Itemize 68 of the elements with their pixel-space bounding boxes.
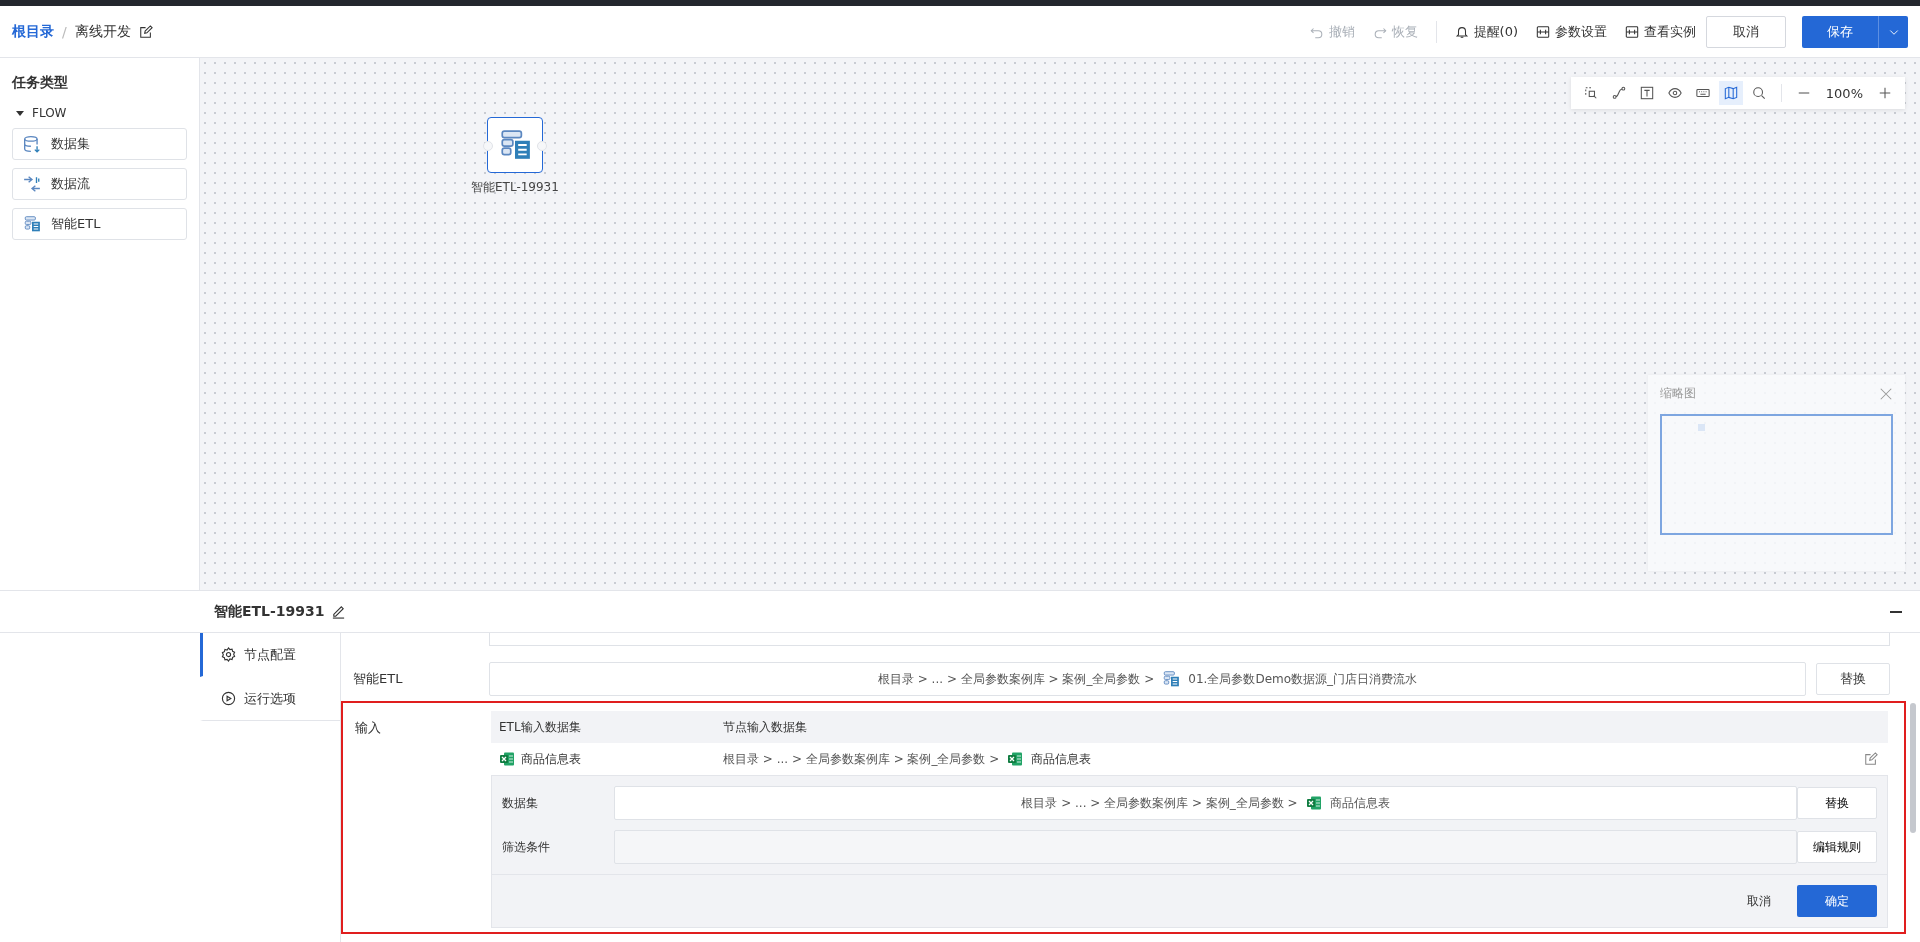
panel-title: 智能ETL-19931: [214, 602, 325, 621]
etl-icon: [1162, 670, 1181, 688]
parameters-icon: [1536, 24, 1550, 39]
zoom-level: 100%: [1824, 85, 1864, 101]
breadcrumb-current: 离线开发: [74, 22, 131, 41]
expand-triangle-icon[interactable]: [16, 110, 24, 116]
params-button[interactable]: 参数设置: [1536, 22, 1607, 41]
bell-button[interactable]: 提醒(0): [1454, 22, 1518, 41]
edit-rules-button[interactable]: 编辑规则: [1797, 831, 1877, 863]
sidebar-title: 任务类型: [12, 74, 69, 92]
table-cell: 商品信息表: [1031, 750, 1092, 768]
etl-icon: [23, 215, 41, 233]
etl-path-field[interactable]: 根目录 > ... > 全局参数案例库 > 案例_全局参数 > 01.全局参数Demo数据源_门店日消费流水: [489, 662, 1806, 696]
play-circle-icon: [221, 691, 236, 706]
instance-button[interactable]: 查看实例: [1625, 22, 1696, 41]
text-box-icon: [1639, 86, 1654, 100]
gear-icon: [221, 647, 236, 662]
connector-icon: [1611, 86, 1626, 100]
save-button[interactable]: 保存: [1802, 15, 1878, 48]
bell-icon: [1454, 24, 1469, 39]
table-cell: 商品信息表: [521, 750, 581, 768]
flow-arrows-icon: [23, 175, 41, 193]
confirm-button[interactable]: 确定: [1797, 885, 1877, 917]
keyboard-icon: [1695, 86, 1710, 100]
breadcrumb-link[interactable]: 根目录: [12, 22, 54, 41]
search-icon: [1751, 86, 1766, 100]
edit-icon: [1864, 752, 1878, 766]
replace-button[interactable]: 替换: [1797, 787, 1877, 819]
spreadsheet-icon: [1007, 751, 1024, 767]
filter-field[interactable]: [614, 830, 1797, 864]
field-label: 数据集: [502, 794, 539, 812]
cancel-button[interactable]: 取消: [1706, 15, 1786, 48]
eye-icon: [1667, 86, 1682, 100]
map-tool[interactable]: [1718, 81, 1743, 105]
column-header: 节点输入数据集: [723, 718, 808, 736]
minimap-viewport[interactable]: [1660, 414, 1893, 535]
node-label: 智能ETL-19931: [471, 179, 559, 196]
field-label: 筛选条件: [502, 838, 551, 856]
replace-button[interactable]: 替换: [1816, 663, 1890, 695]
column-header: ETL输入数据集: [498, 718, 582, 736]
plus-icon: [1878, 86, 1892, 100]
group-label[interactable]: FLOW: [32, 106, 67, 120]
save-options-button[interactable]: [1878, 15, 1908, 48]
close-button[interactable]: [1879, 386, 1893, 401]
spreadsheet-icon: [499, 751, 515, 767]
rename-button[interactable]: [138, 24, 153, 39]
rename-button[interactable]: [330, 604, 346, 619]
map-icon: [1723, 86, 1738, 100]
dataset-field[interactable]: 根目录 > ... > 全局参数案例库 > 案例_全局参数 > 商品信息表: [614, 786, 1797, 820]
dataset-path: 根目录 > ... > 全局参数案例库 > 案例_全局参数 >: [723, 750, 1000, 768]
instance-icon: [1625, 24, 1639, 39]
scrollbar[interactable]: [1910, 703, 1916, 833]
input-field[interactable]: [489, 633, 1890, 646]
task-type-item[interactable]: 数据集: [12, 128, 187, 160]
task-type-item[interactable]: 智能ETL: [12, 208, 187, 240]
field-label: 智能ETL: [352, 670, 404, 688]
edit-icon: [138, 24, 153, 39]
field-label: 输入: [354, 719, 382, 737]
select-area-icon: [1583, 86, 1598, 100]
spreadsheet-icon: [1305, 795, 1322, 811]
task-type-item[interactable]: 数据流: [12, 168, 187, 200]
minimap-title: 缩略图: [1660, 385, 1696, 402]
close-icon: [1879, 386, 1893, 401]
breadcrumb-separator: /: [62, 23, 67, 40]
edit-button[interactable]: [1864, 752, 1878, 766]
database-icon: [23, 135, 41, 153]
cancel-button[interactable]: 取消: [1735, 892, 1783, 910]
pencil-icon: [330, 604, 346, 619]
